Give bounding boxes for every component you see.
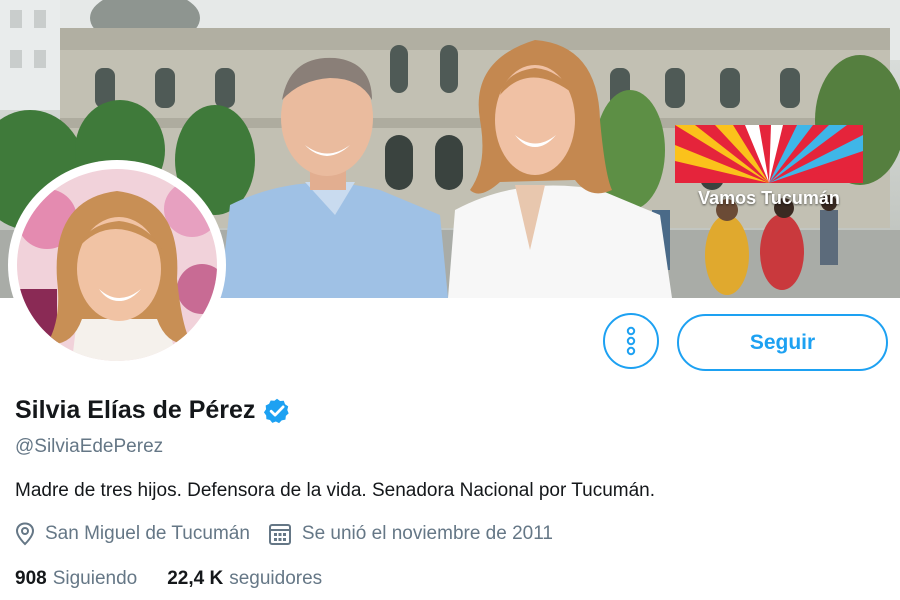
verified-badge-icon [264,398,290,423]
calendar-icon [268,524,291,545]
location-pin-icon [15,522,35,546]
more-options-button[interactable] [603,313,659,369]
follow-button-label: Seguir [749,330,816,354]
more-options-icon [626,326,636,356]
vamos-tucuman-logo [675,125,863,183]
profile-meta: San Miguel de Tucumán Se unió el noviemb… [15,522,553,546]
bio: Madre de tres hijos. Defensora de la vid… [15,480,656,501]
display-name: Silvia Elías de Pérez [15,396,256,424]
location-text: San Miguel de Tucumán [45,523,250,544]
follow-button[interactable]: Seguir [677,314,888,371]
joined-item: Se unió el noviembre de 2011 [268,522,553,546]
following-label: Siguiendo [52,568,138,589]
location-item: San Miguel de Tucumán [15,522,250,546]
following-link[interactable]: 908 Siguiendo [15,568,137,590]
avatar-photo [17,169,217,361]
following-count: 908 [15,568,47,589]
avatar[interactable] [8,160,226,370]
joined-text: Se unió el noviembre de 2011 [301,523,553,544]
stats-row: 908 Siguiendo 22,4 K seguidores [15,568,322,590]
logo-caption: Vamos Tucumán [698,188,840,208]
handle: @SilviaEdePerez [15,436,164,457]
name-row: Silvia Elías de Pérez [15,396,291,425]
followers-label: seguidores [229,568,323,589]
followers-link[interactable]: 22,4 K seguidores [167,568,322,590]
followers-count: 22,4 K [167,568,224,589]
